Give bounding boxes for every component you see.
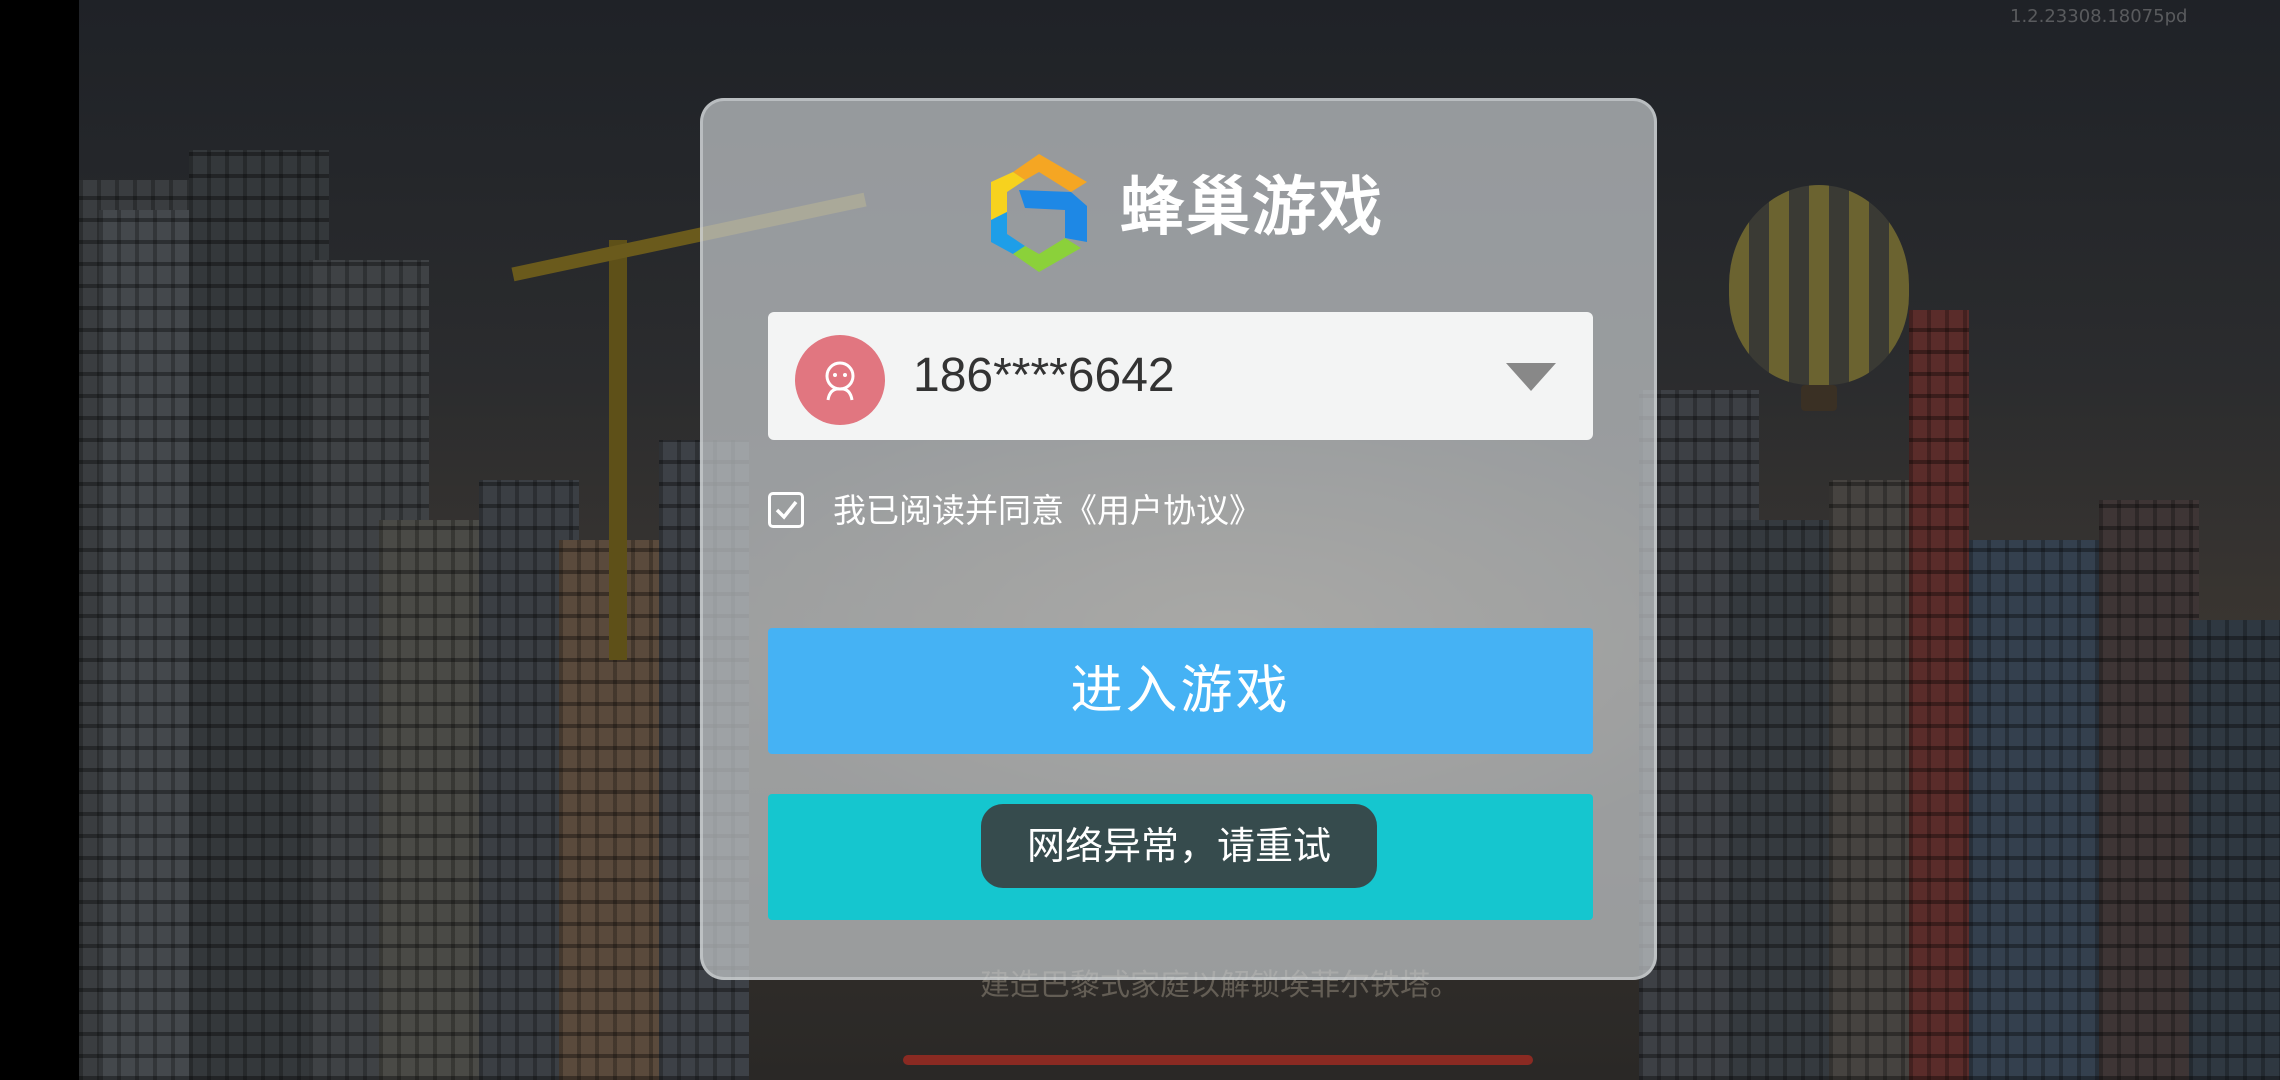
building [2189,620,2280,1080]
building [1729,520,1839,1080]
brand-name: 蜂巢游戏 [1120,171,1384,245]
building [99,210,189,1080]
agreement-checkbox[interactable] [768,492,804,528]
user-icon [825,361,855,401]
hot-air-balloon [1729,185,1909,411]
account-value: 186****6642 [913,349,1175,402]
hive-logo-icon [991,154,1087,272]
account-selector[interactable]: 186****6642 [768,312,1593,440]
building [379,520,489,1080]
crane [609,240,627,660]
checkmark-icon [775,500,798,520]
agreement-row: 我已阅读并同意《用户协议》 [768,490,1368,534]
agreement-text[interactable]: 我已阅读并同意《用户协议》 [833,490,1262,532]
enter-game-button[interactable]: 进入游戏 [768,628,1593,754]
loading-bar [903,1055,1533,1065]
avatar [795,335,885,425]
error-toast: 网络异常，请重试 [981,804,1377,888]
version-label: 1.2.23308.18075pd [2010,6,2188,27]
brand-header: 蜂巢游戏 [985,150,1385,275]
building [1829,480,1909,1080]
building [189,150,329,1080]
building [2099,500,2199,1080]
building [1909,310,1969,1080]
building [1969,540,2099,1080]
chevron-down-icon[interactable] [1506,363,1556,391]
